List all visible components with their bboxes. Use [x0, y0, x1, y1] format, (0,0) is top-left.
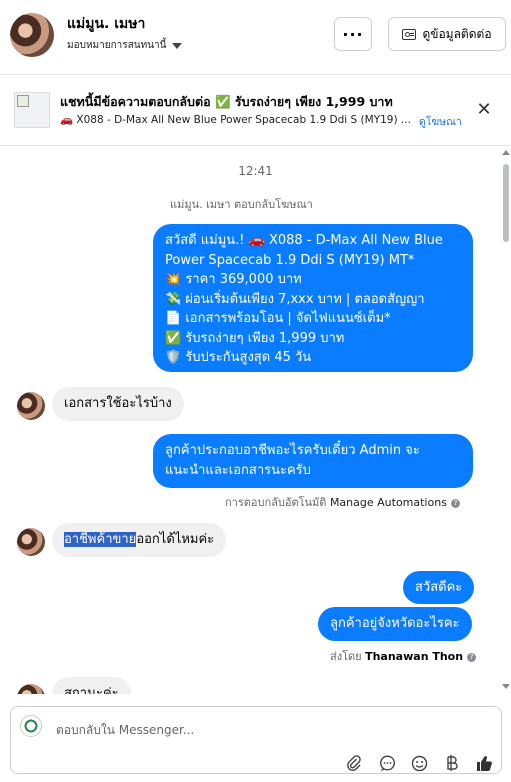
paperclip-icon[interactable] — [345, 754, 363, 772]
contact-name[interactable]: แม่มูน. เมษา — [67, 13, 145, 35]
ad-reply-line: 📄 เอกสารพร้อมโอน | จัดไฟแนนซ์เต็ม* — [165, 311, 391, 326]
contact-avatar-small — [17, 684, 45, 694]
auto-reply-label: การตอบกลับอัตโนมัติ — [225, 496, 327, 509]
ad-reply-note: แม่มูน. เมษา ตอบกลับโฆษณา — [170, 198, 313, 211]
message-thread[interactable]: 12:41 แม่มูน. เมษา ตอบกลับโฆษณา สวัสดี แ… — [0, 147, 511, 694]
sent-by-note: ส่งโดย Thanawan Thon? — [330, 647, 477, 665]
ad-title: แชทนี้มีข้อความตอบกลับต่อ ✅ รับรถง่ายๆ เ… — [60, 94, 393, 109]
outgoing-message[interactable]: ลูกค้าประกอบอาชีพอะไรครับเดี๋ยว Admin จะ… — [153, 434, 473, 488]
message-line: ลูกค้าประกอบอาชีพอะไรครับเดี๋ยว Admin จะ — [165, 443, 420, 458]
close-ad-banner-button[interactable]: ✕ — [474, 99, 494, 120]
message-text: เอกสารใช้อะไรบ้าง — [64, 396, 172, 411]
ad-subtitle: 🚗 X088 - D-Max All New Blue Power Spacec… — [60, 114, 411, 126]
ad-reply-line: 🛡️ รับประกันสูงสุด 45 วัน — [165, 350, 312, 365]
sent-by-label: ส่งโดย — [330, 650, 362, 663]
reply-input[interactable]: ตอบกลับใน Messenger... — [10, 706, 502, 774]
message-text: สถานะค่ะ — [64, 686, 119, 694]
view-ad-link[interactable]: ดูโฆษณา — [419, 113, 462, 130]
incoming-message[interactable]: เอกสารใช้อะไรบ้าง — [52, 387, 184, 421]
sender-name: Thanawan Thon — [365, 650, 464, 663]
incoming-message[interactable]: สถานะค่ะ — [52, 677, 131, 694]
message-text: สวัสดีคะ — [415, 580, 463, 595]
help-icon[interactable]: ? — [467, 652, 477, 662]
thumbs-up-icon[interactable] — [475, 754, 493, 772]
ad-thumbnail[interactable] — [14, 92, 50, 128]
contact-card-icon — [402, 28, 417, 40]
view-contact-label: ดูข้อมูลติดต่อ — [422, 26, 492, 41]
view-contact-button[interactable]: ดูข้อมูลติดต่อ — [388, 17, 506, 51]
assign-label: มอบหมายการสนทนานี้ — [67, 40, 167, 51]
message-text: ออกได้ไหมค่ะ — [136, 532, 215, 547]
reply-placeholder: ตอบกลับใน Messenger... — [56, 723, 195, 737]
ad-reply-line: สวัสดี แม่มูน.! 🚗 X088 - D-Max All New B… — [165, 233, 443, 248]
ad-reply-line: 💸 ผ่อนเริ่มต้นเพียง 7,xxx บาท | ตลอดสัญญ… — [165, 291, 425, 307]
ad-reply-bubble[interactable]: สวัสดี แม่มูน.! 🚗 X088 - D-Max All New B… — [153, 224, 473, 372]
ad-reply-line: Power Spacecab 1.9 Ddi S (MY19) MT* — [165, 252, 415, 268]
conversation-header: แม่มูน. เมษา มอบหมายการสนทนานี้ ··· ดูข้… — [0, 0, 511, 75]
emoji-icon[interactable] — [410, 754, 428, 772]
contact-avatar-small — [17, 528, 45, 556]
ad-reply-line: ✅ รับรถง่ายๆ เพียง 1,999 บาท — [165, 330, 345, 346]
message-timestamp: 12:41 — [238, 164, 273, 178]
composer: ตอบกลับใน Messenger... — [0, 694, 511, 782]
outgoing-message[interactable]: สวัสดีคะ — [403, 571, 475, 604]
ad-reply-line: 💥 ราคา 369,000 บาท — [165, 272, 302, 287]
help-icon[interactable]: ? — [450, 498, 460, 508]
incoming-message[interactable]: อาชีพค้าขายออกได้ไหมค่ะ — [52, 523, 227, 557]
outgoing-message[interactable]: ลูกค้าอยู่จังหวัดอะไรคะ — [318, 607, 472, 641]
highlighted-text: อาชีพค้าขาย — [64, 532, 137, 547]
chat-bubble-icon[interactable] — [378, 754, 396, 772]
assign-conversation-dropdown[interactable]: มอบหมายการสนทนานี้ — [67, 38, 183, 53]
manage-automations-link[interactable]: Manage Automations — [330, 496, 447, 509]
auto-reply-note: การตอบกลับอัตโนมัติ Manage Automations? — [225, 493, 460, 511]
contact-avatar[interactable] — [10, 13, 54, 57]
page-avatar — [20, 715, 42, 737]
scrollbar-thumb[interactable] — [503, 164, 509, 242]
scroll-down-arrow[interactable] — [502, 684, 510, 689]
contact-avatar-small — [17, 392, 45, 420]
ad-banner: แชทนี้มีข้อความตอบกลับต่อ ✅ รับรถง่ายๆ เ… — [0, 76, 511, 146]
message-text: ลูกค้าอยู่จังหวัดอะไรคะ — [330, 616, 460, 631]
ad-subtitle-row: 🚗 X088 - D-Max All New Blue Power Spacec… — [60, 113, 462, 130]
more-options-button[interactable]: ··· — [334, 17, 372, 51]
baht-icon[interactable] — [443, 754, 461, 772]
message-line: แนะนำและเอกสารนะครับ — [165, 462, 311, 478]
caret-down-icon — [172, 42, 183, 49]
scroll-up-arrow[interactable] — [502, 150, 510, 155]
